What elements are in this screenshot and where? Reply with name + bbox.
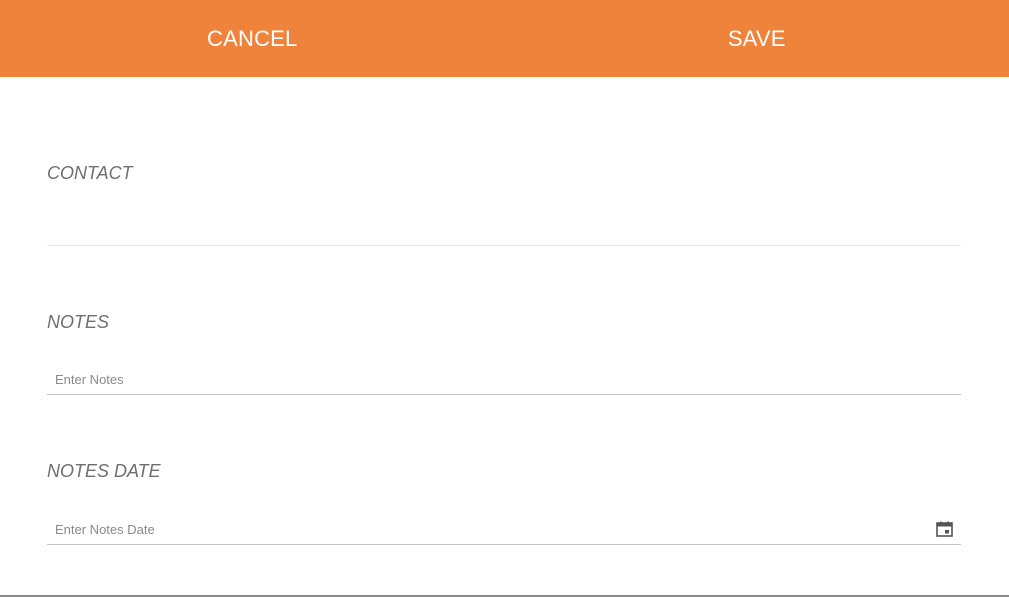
cancel-area: CANCEL <box>0 0 505 77</box>
top-action-bar: CANCEL SAVE <box>0 0 1009 77</box>
cancel-button[interactable]: CANCEL <box>195 20 309 58</box>
save-area: SAVE <box>505 0 1009 77</box>
calendar-icon[interactable] <box>936 521 953 537</box>
notes-date-field-container <box>47 515 961 545</box>
contact-field[interactable] <box>47 216 961 246</box>
notes-date-label: NOTES DATE <box>47 461 161 481</box>
notes-field-container <box>47 365 961 395</box>
save-button[interactable]: SAVE <box>716 20 798 58</box>
notes-label: NOTES <box>47 312 110 332</box>
notes-date-input[interactable] <box>47 515 961 544</box>
notes-input[interactable] <box>47 365 961 394</box>
contact-label: CONTACT <box>47 163 133 183</box>
